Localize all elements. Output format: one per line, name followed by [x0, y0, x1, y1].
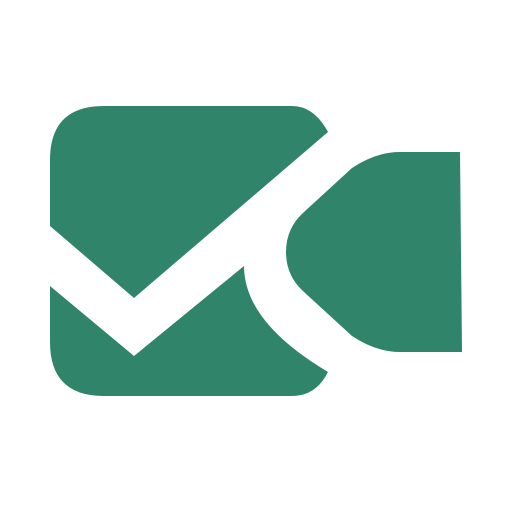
camera-lens: [286, 152, 462, 352]
camera-body-upper: [50, 106, 328, 298]
video-camera-check-icon: [50, 106, 462, 396]
app-icon-canvas: [0, 0, 512, 512]
camera-body-lower: [50, 266, 328, 396]
